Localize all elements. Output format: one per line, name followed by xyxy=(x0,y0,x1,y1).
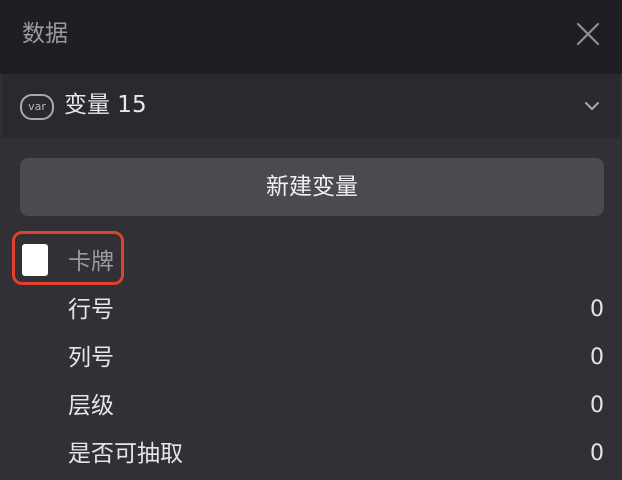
data-panel: 数据 var 变量 15 新建变量 卡牌 行号 0 列号 0 层级 0 是否可抽… xyxy=(0,0,622,480)
property-label-row: 行号 xyxy=(68,297,114,323)
property-value-drawable: 0 xyxy=(590,441,604,466)
new-variable-button[interactable]: 新建变量 xyxy=(20,158,604,216)
property-label-layer: 层级 xyxy=(68,393,114,419)
close-icon[interactable] xyxy=(570,16,606,52)
variable-header[interactable]: var 变量 15 xyxy=(2,74,620,138)
panel-title: 数据 xyxy=(22,21,68,47)
var-icon: var xyxy=(20,94,54,120)
property-value-column: 0 xyxy=(590,345,604,370)
chevron-down-icon[interactable] xyxy=(582,96,602,116)
property-label-drawable: 是否可抽取 xyxy=(68,441,183,467)
variable-title: 变量 15 xyxy=(64,92,147,118)
property-value-layer: 0 xyxy=(590,393,604,418)
card-checkbox[interactable] xyxy=(22,244,48,276)
property-label-column: 列号 xyxy=(68,345,114,371)
card-label: 卡牌 xyxy=(68,249,114,275)
property-value-row: 0 xyxy=(590,297,604,322)
panel-titlebar: 数据 xyxy=(0,0,622,74)
